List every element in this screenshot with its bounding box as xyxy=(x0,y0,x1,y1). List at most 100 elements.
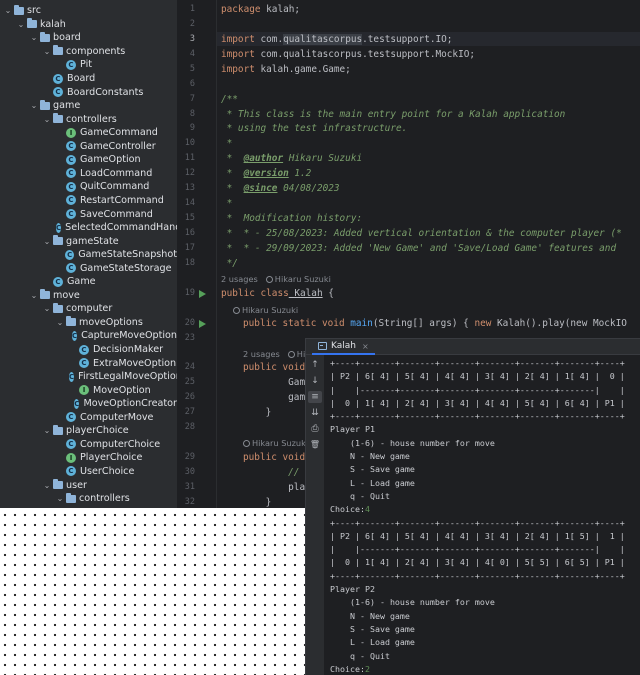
line-number[interactable]: 16 xyxy=(177,228,195,238)
chevron-down-icon[interactable]: ⌄ xyxy=(42,47,52,56)
print-icon[interactable]: ⎙ xyxy=(308,423,322,435)
close-icon[interactable]: × xyxy=(362,342,369,351)
console-output[interactable]: +----+-------+-------+-------+-------+--… xyxy=(330,357,640,675)
line-number[interactable]: 17 xyxy=(177,243,195,253)
line-number[interactable]: 7 xyxy=(177,94,195,104)
line-number[interactable]: 31 xyxy=(177,482,195,492)
line-number[interactable]: 27 xyxy=(177,407,195,417)
tree-file-GameOption[interactable]: C GameOption xyxy=(0,153,177,167)
tree-file-SaveCommand[interactable]: C SaveCommand xyxy=(0,207,177,221)
tree-file-LoadCommand[interactable]: C LoadCommand xyxy=(0,167,177,181)
tree-folder-controllers[interactable]: ⌄ controllers xyxy=(0,112,177,126)
scroll-up-icon[interactable]: ↑ xyxy=(308,359,322,371)
chevron-down-icon[interactable]: ⌄ xyxy=(42,237,52,246)
line-number[interactable]: 25 xyxy=(177,377,195,387)
line-number[interactable]: 20 xyxy=(177,318,195,328)
soft-wrap-icon[interactable]: ≡ xyxy=(308,391,322,403)
line-number[interactable]: 19 xyxy=(177,288,195,298)
chevron-down-icon[interactable]: ⌄ xyxy=(3,6,13,15)
tab-kalah[interactable]: Kalah × xyxy=(312,339,375,355)
line-number[interactable]: 11 xyxy=(177,153,195,163)
line-number[interactable]: 32 xyxy=(177,497,195,507)
code-line-15[interactable]: * Modification history: xyxy=(221,213,640,224)
line-number[interactable]: 9 xyxy=(177,123,195,133)
tree-folder-moveOptions[interactable]: ⌄ moveOptions xyxy=(0,316,177,330)
tree-file-GameController[interactable]: C GameController xyxy=(0,140,177,154)
tree-folder-playerChoice[interactable]: ⌄ playerChoice xyxy=(0,424,177,438)
line-number[interactable]: 28 xyxy=(177,422,195,432)
tree-file-GameStateStorage[interactable]: C GameStateStorage xyxy=(0,261,177,275)
line-number[interactable]: 3 xyxy=(177,34,195,44)
tree-file-Pit[interactable]: C Pit xyxy=(0,58,177,72)
tree-file-ComputerMove[interactable]: C ComputerMove xyxy=(0,411,177,425)
line-number[interactable]: 1 xyxy=(177,4,195,14)
tree-folder-computer[interactable]: ⌄ computer xyxy=(0,302,177,316)
line-number[interactable]: 10 xyxy=(177,138,195,148)
chevron-down-icon[interactable]: ⌄ xyxy=(55,494,65,503)
inlay-hint-class[interactable]: 2 usages Hikaru Suzuki xyxy=(221,274,331,284)
tree-folder-controllers[interactable]: ⌄ controllers xyxy=(0,492,177,506)
tree-file-GameCommand[interactable]: I GameCommand xyxy=(0,126,177,140)
tree-file-PlayerChoice[interactable]: I PlayerChoice xyxy=(0,451,177,465)
scroll-down-icon[interactable]: ↓ xyxy=(308,375,322,387)
line-number[interactable]: 8 xyxy=(177,109,195,119)
tree-file-ComputerChoice[interactable]: C ComputerChoice xyxy=(0,438,177,452)
code-line-17[interactable]: * * - 29/09/2023: Added 'New Game' and '… xyxy=(221,243,640,254)
code-line-13[interactable]: * @since 04/08/2023 xyxy=(221,183,640,194)
trash-icon[interactable]: 🗑 xyxy=(308,439,322,451)
code-line-12[interactable]: * @version 1.2 xyxy=(221,168,640,179)
chevron-down-icon[interactable]: ⌄ xyxy=(16,20,26,29)
line-number[interactable]: 4 xyxy=(177,49,195,59)
inlay-hint-play[interactable]: 2 usages Hik xyxy=(243,349,310,359)
code-line-4[interactable]: import com.qualitascorpus.testsupport.Mo… xyxy=(221,49,640,60)
code-line-10[interactable]: * xyxy=(221,138,640,149)
tree-folder-gameState[interactable]: ⌄ gameState xyxy=(0,234,177,248)
code-line-19[interactable]: public class Kalah { xyxy=(221,288,640,299)
line-number[interactable]: 5 xyxy=(177,64,195,74)
chevron-down-icon[interactable]: ⌄ xyxy=(42,426,52,435)
code-line-5[interactable]: import kalah.game.Game; xyxy=(221,64,640,75)
tree-file-DecisionMaker[interactable]: C DecisionMaker xyxy=(0,343,177,357)
tree-file-QuitCommand[interactable]: C QuitCommand xyxy=(0,180,177,194)
chevron-down-icon[interactable]: ⌄ xyxy=(29,101,39,110)
chevron-down-icon[interactable]: ⌄ xyxy=(29,291,39,300)
tree-file-ExtraMoveOption[interactable]: C ExtraMoveOption xyxy=(0,356,177,370)
line-number[interactable]: 18 xyxy=(177,258,195,268)
line-number[interactable]: 12 xyxy=(177,168,195,178)
tree-folder-game[interactable]: ⌄ game xyxy=(0,99,177,113)
run-gutter-icon[interactable] xyxy=(199,320,206,328)
tree-file-RestartCommand[interactable]: C RestartCommand xyxy=(0,194,177,208)
inlay-hint-play-io[interactable]: Hikaru Suzuki xyxy=(243,438,308,448)
line-number[interactable]: 23 xyxy=(177,333,195,343)
project-tree[interactable]: ⌄ src ⌄ kalah ⌄ board ⌄ components C Pit C Board C Bo… xyxy=(0,0,177,508)
line-number[interactable]: 24 xyxy=(177,362,195,372)
tree-file-BoardConstants[interactable]: C BoardConstants xyxy=(0,85,177,99)
tree-file-MoveOptionCreator[interactable]: C MoveOptionCreator xyxy=(0,397,177,411)
inlay-hint-main[interactable]: Hikaru Suzuki xyxy=(233,305,298,315)
tree-folder-move[interactable]: ⌄ move xyxy=(0,289,177,303)
line-number[interactable]: 29 xyxy=(177,452,195,462)
tree-file-CaptureMoveOption[interactable]: C CaptureMoveOption xyxy=(0,329,177,343)
tree-folder-src[interactable]: ⌄ src xyxy=(0,4,177,18)
code-line-9[interactable]: * using the test infrastructure. xyxy=(221,123,640,134)
code-line-18[interactable]: */ xyxy=(221,258,640,269)
code-line-14[interactable]: * xyxy=(221,198,640,209)
tree-file-SelectedCommandHandler[interactable]: CSelectedCommandHandler xyxy=(0,221,177,235)
run-gutter-icon[interactable] xyxy=(199,290,206,298)
tree-folder-components[interactable]: ⌄ components xyxy=(0,45,177,59)
code-line-11[interactable]: * @author Hikaru Suzuki xyxy=(221,153,640,164)
tree-file-UserChoice[interactable]: C UserChoice xyxy=(0,465,177,479)
code-line-3[interactable]: import com.qualitascorpus.testsupport.IO… xyxy=(221,34,640,45)
line-number[interactable]: 14 xyxy=(177,198,195,208)
tree-folder-user[interactable]: ⌄ user xyxy=(0,478,177,492)
tree-file-FirstLegalMoveOption[interactable]: C FirstLegalMoveOption xyxy=(0,370,177,384)
chevron-down-icon[interactable]: ⌄ xyxy=(55,318,65,327)
tree-folder-board[interactable]: ⌄ board xyxy=(0,31,177,45)
tree-file-MoveOption[interactable]: I MoveOption xyxy=(0,383,177,397)
tree-file-Game[interactable]: C Game xyxy=(0,275,177,289)
line-number[interactable]: 13 xyxy=(177,183,195,193)
line-number[interactable]: 15 xyxy=(177,213,195,223)
line-number[interactable]: 30 xyxy=(177,467,195,477)
run-console[interactable]: Kalah × ↑ ↓ ≡ ⇊ ⎙ 🗑 +----+-------+------… xyxy=(305,338,640,675)
line-number[interactable]: 2 xyxy=(177,19,195,29)
